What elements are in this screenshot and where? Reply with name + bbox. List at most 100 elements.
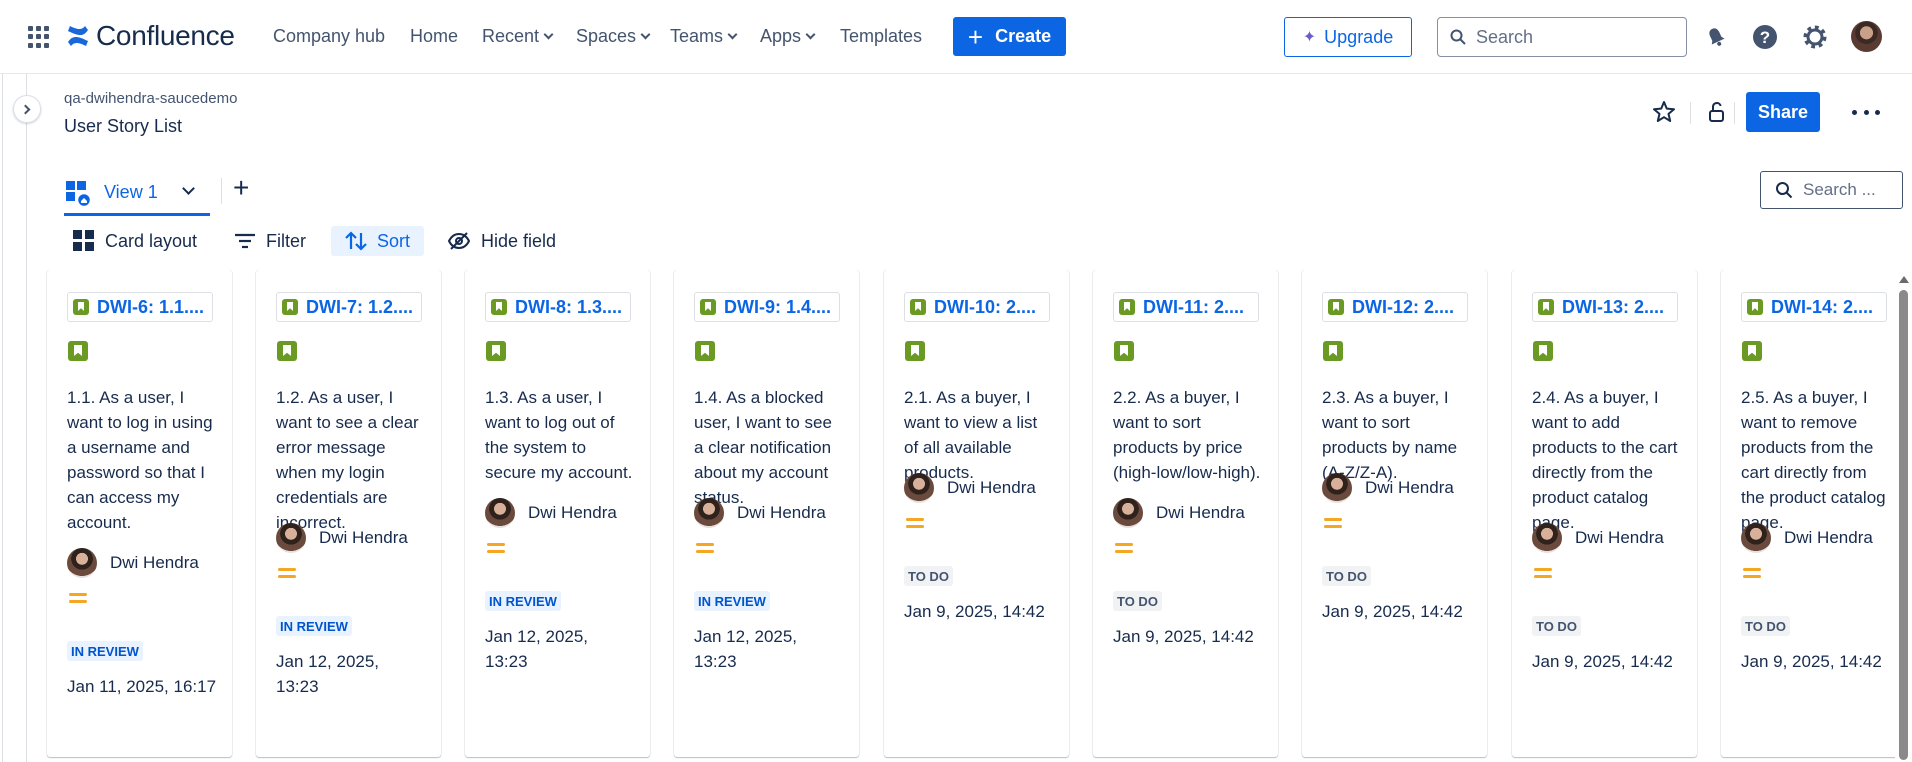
help-icon[interactable]: ? bbox=[1751, 23, 1779, 51]
issue-key-link[interactable]: DWI-9: 1.4.... bbox=[694, 292, 840, 322]
upgrade-button[interactable]: ✦ Upgrade bbox=[1284, 17, 1412, 57]
story-type-icon bbox=[905, 341, 925, 361]
search-input[interactable]: Search bbox=[1437, 17, 1687, 57]
status-badge: IN REVIEW bbox=[694, 591, 770, 611]
scrollbar-thumb[interactable] bbox=[1899, 290, 1908, 760]
issue-key-link[interactable]: DWI-12: 2.... bbox=[1322, 292, 1468, 322]
card-layout-button[interactable]: Card layout bbox=[73, 226, 197, 256]
priority-medium-icon bbox=[906, 518, 924, 528]
sort-label: Sort bbox=[377, 230, 411, 251]
story-card[interactable]: DWI-8: 1.3.... 1.3. As a user, I want to … bbox=[465, 270, 650, 757]
hide-field-label: Hide field bbox=[481, 230, 557, 251]
confluence-logo-icon bbox=[68, 26, 88, 46]
notifications-icon[interactable] bbox=[1702, 23, 1730, 51]
vertical-scrollbar[interactable] bbox=[1895, 272, 1912, 762]
user-avatar[interactable] bbox=[1851, 21, 1882, 52]
avatar bbox=[67, 548, 97, 578]
issue-key-text: DWI-7: 1.2.... bbox=[306, 296, 414, 317]
chevron-down-icon bbox=[640, 29, 651, 40]
story-card[interactable]: DWI-11: 2.... 2.2. As a buyer, I want to … bbox=[1093, 270, 1278, 757]
chevron-right-icon bbox=[20, 104, 31, 114]
story-type-icon bbox=[486, 341, 506, 361]
avatar bbox=[276, 523, 306, 553]
avatar bbox=[1322, 473, 1352, 503]
story-icon bbox=[700, 299, 716, 315]
sort-button[interactable]: Sort bbox=[331, 226, 425, 256]
card-date: Jan 9, 2025, 14:42 bbox=[1113, 627, 1254, 646]
settings-gear-icon[interactable] bbox=[1801, 23, 1829, 51]
card-summary: 1.2. As a user, I want to see a clear er… bbox=[276, 388, 419, 532]
assignee-name: Dwi Hendra bbox=[1575, 528, 1664, 547]
plus-icon: + bbox=[967, 21, 984, 52]
story-icon bbox=[1538, 299, 1554, 315]
status-badge: TO DO bbox=[1113, 591, 1162, 611]
story-type-icon bbox=[1533, 341, 1553, 361]
hide-field-button[interactable]: Hide field bbox=[447, 226, 556, 256]
scroll-up-arrow-icon[interactable] bbox=[1899, 276, 1909, 283]
card-assignee: Dwi Hendra bbox=[485, 498, 617, 528]
create-button[interactable]: + Create bbox=[953, 17, 1066, 56]
nav-company-hub[interactable]: Company hub bbox=[273, 26, 385, 47]
card-layout-label: Card layout bbox=[105, 230, 198, 251]
create-button-label: Create bbox=[995, 26, 1052, 46]
board-view-icon bbox=[66, 180, 92, 207]
assignee-name: Dwi Hendra bbox=[737, 503, 826, 522]
share-button[interactable]: Share bbox=[1746, 92, 1820, 132]
issue-key-link[interactable]: DWI-11: 2.... bbox=[1113, 292, 1259, 322]
story-card[interactable]: DWI-10: 2.... 2.1. As a buyer, I want to … bbox=[884, 270, 1069, 757]
issue-key-link[interactable]: DWI-14: 2.... bbox=[1741, 292, 1887, 322]
issue-key-link[interactable]: DWI-8: 1.3.... bbox=[485, 292, 631, 322]
story-icon bbox=[910, 299, 926, 315]
expand-sidebar-button[interactable] bbox=[13, 95, 41, 123]
svg-text:?: ? bbox=[1760, 28, 1770, 47]
issue-key-text: DWI-8: 1.3.... bbox=[515, 296, 623, 317]
story-card[interactable]: DWI-9: 1.4.... 1.4. As a blocked user, I … bbox=[674, 270, 859, 757]
filter-button[interactable]: Filter bbox=[234, 226, 306, 256]
story-type-icon bbox=[1742, 341, 1762, 361]
story-card[interactable]: DWI-14: 2.... 2.5. As a buyer, I want to … bbox=[1721, 270, 1895, 757]
more-actions-icon[interactable] bbox=[1852, 100, 1880, 124]
nav-templates[interactable]: Templates bbox=[840, 26, 922, 47]
issue-key-link[interactable]: DWI-7: 1.2.... bbox=[276, 292, 422, 322]
issue-key-link[interactable]: DWI-10: 2.... bbox=[904, 292, 1050, 322]
issue-key-text: DWI-6: 1.1.... bbox=[97, 296, 205, 317]
nav-apps-label: Apps bbox=[760, 26, 802, 46]
card-layout-icon bbox=[73, 230, 95, 252]
star-icon[interactable] bbox=[1650, 98, 1678, 126]
card-summary: 1.4. As a blocked user, I want to see a … bbox=[694, 388, 832, 507]
nav-templates-label: Templates bbox=[840, 26, 923, 46]
card-assignee: Dwi Hendra bbox=[1532, 523, 1664, 553]
story-icon bbox=[282, 299, 298, 315]
issue-key-text: DWI-14: 2.... bbox=[1771, 296, 1874, 317]
card-summary: 2.4. As a buyer, I want to add products … bbox=[1532, 388, 1678, 532]
header-separator bbox=[1734, 102, 1735, 124]
story-card[interactable]: DWI-12: 2.... 2.3. As a buyer, I want to … bbox=[1302, 270, 1487, 757]
confluence-logo[interactable]: Confluence bbox=[66, 20, 235, 52]
priority-medium-icon bbox=[1324, 518, 1342, 528]
card-date: Jan 9, 2025, 14:42 bbox=[1532, 652, 1673, 671]
avatar bbox=[1113, 498, 1143, 528]
app-name: Confluence bbox=[96, 20, 235, 51]
view-search-input[interactable]: Search ... bbox=[1760, 171, 1903, 209]
status-badge: IN REVIEW bbox=[276, 616, 352, 636]
nav-teams[interactable]: Teams bbox=[670, 26, 738, 47]
story-card[interactable]: DWI-13: 2.... 2.4. As a buyer, I want to … bbox=[1512, 270, 1697, 757]
page-title: User Story List bbox=[64, 116, 183, 136]
nav-recent[interactable]: Recent bbox=[482, 26, 554, 47]
story-card[interactable]: DWI-6: 1.1.... 1.1. As a user, I want to … bbox=[47, 270, 232, 757]
tab-separator bbox=[221, 178, 222, 204]
card-date: Jan 11, 2025, 16:17 bbox=[67, 677, 217, 696]
app-switcher-icon[interactable] bbox=[28, 26, 50, 48]
issue-key-link[interactable]: DWI-6: 1.1.... bbox=[67, 292, 213, 322]
nav-home[interactable]: Home bbox=[410, 26, 458, 47]
nav-spaces[interactable]: Spaces bbox=[576, 26, 651, 47]
breadcrumb-space[interactable]: qa-dwihendra-saucedemo bbox=[64, 90, 237, 107]
priority-medium-icon bbox=[487, 543, 505, 553]
filter-icon bbox=[234, 232, 256, 250]
issue-key-link[interactable]: DWI-13: 2.... bbox=[1532, 292, 1678, 322]
add-view-icon[interactable]: + bbox=[233, 174, 249, 202]
unlock-icon[interactable] bbox=[1702, 98, 1730, 126]
story-card[interactable]: DWI-7: 1.2.... 1.2. As a user, I want to … bbox=[256, 270, 441, 757]
chevron-down-icon bbox=[727, 29, 738, 40]
nav-apps[interactable]: Apps bbox=[760, 26, 816, 47]
